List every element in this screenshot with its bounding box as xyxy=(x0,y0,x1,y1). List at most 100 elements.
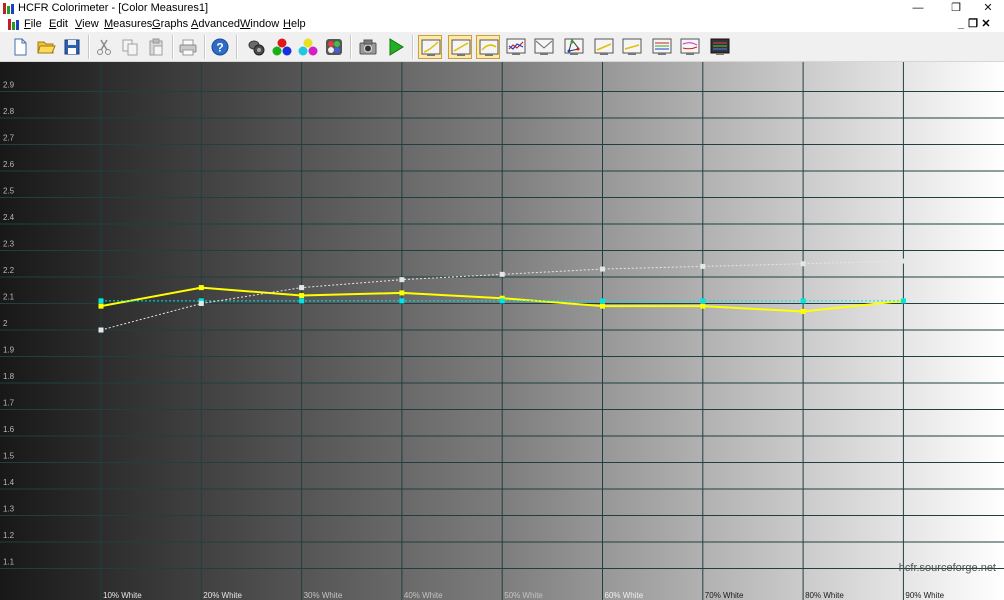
y-tick-label: 2.8 xyxy=(3,107,15,116)
color-temp-graph-button[interactable] xyxy=(504,35,528,59)
menu-help[interactable]: Help xyxy=(283,18,306,30)
gamma-chart[interactable]: 1.1 1.2 1.3 1.4 1.5 1.6 1.7 1.8 1.9 2 2.1 2.2 2.3 2.4… xyxy=(0,62,1004,600)
y-tick-label: 2.7 xyxy=(3,134,15,143)
secondary-colors-icon xyxy=(298,38,318,56)
menu-graphs[interactable]: Graphs xyxy=(152,18,188,30)
x-tick-label: 10% White xyxy=(103,591,142,600)
data-point xyxy=(700,263,706,269)
near-white-graph-button[interactable] xyxy=(678,35,702,59)
help-button[interactable]: ? xyxy=(208,35,232,59)
secondary-colors-button[interactable] xyxy=(296,35,320,59)
saturation-luminance-graph-button[interactable] xyxy=(592,35,616,59)
y-tick-label: 2 xyxy=(3,319,8,328)
graph-near-black-icon xyxy=(652,38,672,55)
graph-saturation-luminance-icon xyxy=(594,38,614,55)
document-icon[interactable] xyxy=(8,19,19,30)
color-checker-button[interactable] xyxy=(322,35,346,59)
cie-diagram-button[interactable] xyxy=(562,35,586,59)
y-tick-label: 2.3 xyxy=(3,240,15,249)
close-button[interactable]: ✕ xyxy=(976,1,1000,16)
graph-delta-e-icon xyxy=(534,38,554,55)
data-point xyxy=(299,293,305,299)
graph-rgb-levels-icon xyxy=(479,39,499,56)
sensor-button[interactable] xyxy=(244,35,268,59)
graph-saturation-shift-icon xyxy=(622,38,642,55)
graph-near-white-icon xyxy=(680,38,700,55)
data-point xyxy=(900,298,906,304)
data-point xyxy=(399,298,405,304)
menu-edit[interactable]: Edit xyxy=(49,18,68,30)
x-tick-label: 50% White xyxy=(504,591,543,600)
data-point xyxy=(98,327,104,333)
new-file-button[interactable] xyxy=(8,35,32,59)
data-point xyxy=(198,285,204,291)
help-icon: ? xyxy=(211,38,229,56)
y-tick-label: 2.1 xyxy=(3,293,15,302)
x-tick-label: 90% White xyxy=(905,591,944,600)
data-point xyxy=(499,298,505,304)
y-tick-label: 1.3 xyxy=(3,505,15,514)
start-measure-button[interactable] xyxy=(384,35,408,59)
data-point xyxy=(399,277,405,283)
document-minimize-button[interactable]: _ xyxy=(955,18,967,31)
y-tick-label: 1.6 xyxy=(3,425,15,434)
cut-button[interactable] xyxy=(92,35,116,59)
delta-e-graph-button[interactable] xyxy=(532,35,556,59)
app-logo-icon xyxy=(3,3,15,14)
y-tick-label: 2.5 xyxy=(3,187,15,196)
menu-view[interactable]: View xyxy=(75,18,99,30)
menu-advanced[interactable]: Advanced xyxy=(191,18,240,30)
data-point xyxy=(900,258,906,264)
toolbar: ? xyxy=(0,32,1004,62)
print-icon xyxy=(179,39,197,56)
data-point xyxy=(700,303,706,309)
new-file-icon xyxy=(14,38,27,56)
paste-button[interactable] xyxy=(144,35,168,59)
data-point xyxy=(600,266,605,272)
print-button[interactable] xyxy=(176,35,200,59)
data-point xyxy=(600,303,605,309)
menu-measures[interactable]: Measures xyxy=(104,18,152,30)
rgb-levels-graph-button[interactable] xyxy=(476,35,500,59)
data-point xyxy=(499,271,505,277)
camera-icon xyxy=(359,39,377,55)
chart-canvas[interactable]: 1.1 1.2 1.3 1.4 1.5 1.6 1.7 1.8 1.9 2 2.1 2.2 2.3 2.4… xyxy=(0,62,1004,600)
y-tick-label: 1.1 xyxy=(3,558,15,567)
copy-icon xyxy=(122,39,138,56)
play-measure-icon xyxy=(389,38,404,56)
data-point xyxy=(800,261,806,267)
document-restore-button[interactable]: ❐ xyxy=(967,18,979,31)
y-tick-label: 1.4 xyxy=(3,478,15,487)
rgb-primaries-icon xyxy=(272,38,292,56)
graph-gamma-icon xyxy=(451,39,471,56)
menu-window[interactable]: Window xyxy=(240,18,279,30)
minimize-button[interactable]: — xyxy=(906,1,930,16)
menu-bar: File Edit View Measures Graphs Advanced … xyxy=(0,17,1004,32)
measures-graph-button[interactable] xyxy=(708,35,732,59)
graph-color-temp-icon xyxy=(506,38,526,55)
luminance-graph-button[interactable] xyxy=(418,35,442,59)
data-point xyxy=(800,298,806,304)
rgb-primaries-button[interactable] xyxy=(270,35,294,59)
capture-button[interactable] xyxy=(356,35,380,59)
open-button[interactable] xyxy=(34,35,58,59)
document-close-button[interactable]: ✕ xyxy=(980,18,992,31)
save-button[interactable] xyxy=(60,35,84,59)
y-tick-label: 2.6 xyxy=(3,160,15,169)
saturation-shift-graph-button[interactable] xyxy=(620,35,644,59)
paste-icon xyxy=(149,38,163,56)
data-point xyxy=(98,303,104,309)
copy-button[interactable] xyxy=(118,35,142,59)
maximize-button[interactable]: ❐ xyxy=(944,1,968,16)
x-tick-label: 70% White xyxy=(705,591,744,600)
y-tick-label: 2.9 xyxy=(3,81,15,90)
x-tick-label: 40% White xyxy=(404,591,443,600)
menu-file[interactable]: File xyxy=(24,18,42,30)
y-tick-label: 1.2 xyxy=(3,531,15,540)
near-black-graph-button[interactable] xyxy=(650,35,674,59)
y-tick-label: 2.2 xyxy=(3,266,15,275)
data-point xyxy=(399,290,405,296)
data-point xyxy=(198,301,204,306)
y-tick-label: 1.7 xyxy=(3,399,15,408)
gamma-graph-button[interactable] xyxy=(448,35,472,59)
